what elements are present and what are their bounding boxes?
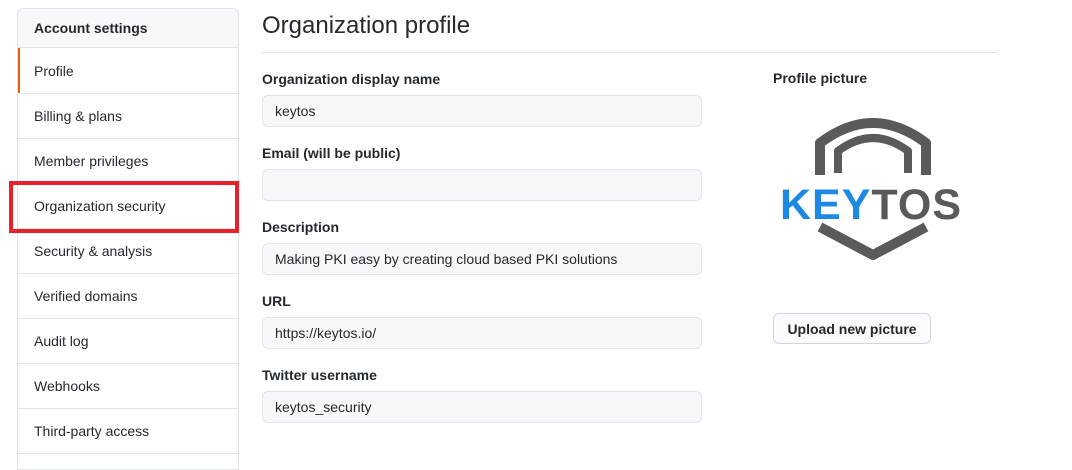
sidebar-item-profile[interactable]: Profile — [18, 48, 238, 94]
description-input[interactable] — [262, 243, 702, 275]
twitter-username-input[interactable] — [262, 391, 702, 423]
upload-new-picture-button[interactable]: Upload new picture — [773, 313, 931, 344]
sidebar-item-verified-domains[interactable]: Verified domains — [18, 274, 238, 319]
sidebar-item-webhooks[interactable]: Webhooks — [18, 364, 238, 409]
sidebar-header: Account settings — [18, 9, 238, 48]
logo-text-tos: TOS — [871, 181, 963, 229]
sidebar-item-third-party-access[interactable]: Third-party access — [18, 409, 238, 454]
logo-text-key: KEY — [780, 181, 872, 229]
description-label: Description — [262, 219, 340, 235]
organization-logo: KEYTOS — [780, 115, 970, 265]
sidebar-item-security-analysis[interactable]: Security & analysis — [18, 229, 238, 274]
account-settings-sidebar: Account settings Profile Billing & plans… — [17, 8, 239, 470]
twitter-username-label: Twitter username — [262, 367, 377, 383]
url-input[interactable] — [262, 317, 702, 349]
sidebar-item-billing-plans[interactable]: Billing & plans — [18, 94, 238, 139]
title-divider — [262, 52, 997, 53]
sidebar-item-audit-log[interactable]: Audit log — [18, 319, 238, 364]
logo-wordmark: KEYTOS — [780, 184, 962, 227]
url-label: URL — [262, 293, 291, 309]
page-title: Organization profile — [262, 12, 471, 39]
email-label: Email (will be public) — [262, 145, 401, 161]
display-name-input[interactable] — [262, 95, 702, 127]
display-name-label: Organization display name — [262, 71, 441, 87]
email-input[interactable] — [262, 169, 702, 201]
sidebar-item-organization-security[interactable]: Organization security — [18, 184, 238, 229]
profile-picture-label: Profile picture — [773, 70, 868, 86]
sidebar-item-member-privileges[interactable]: Member privileges — [18, 139, 238, 184]
